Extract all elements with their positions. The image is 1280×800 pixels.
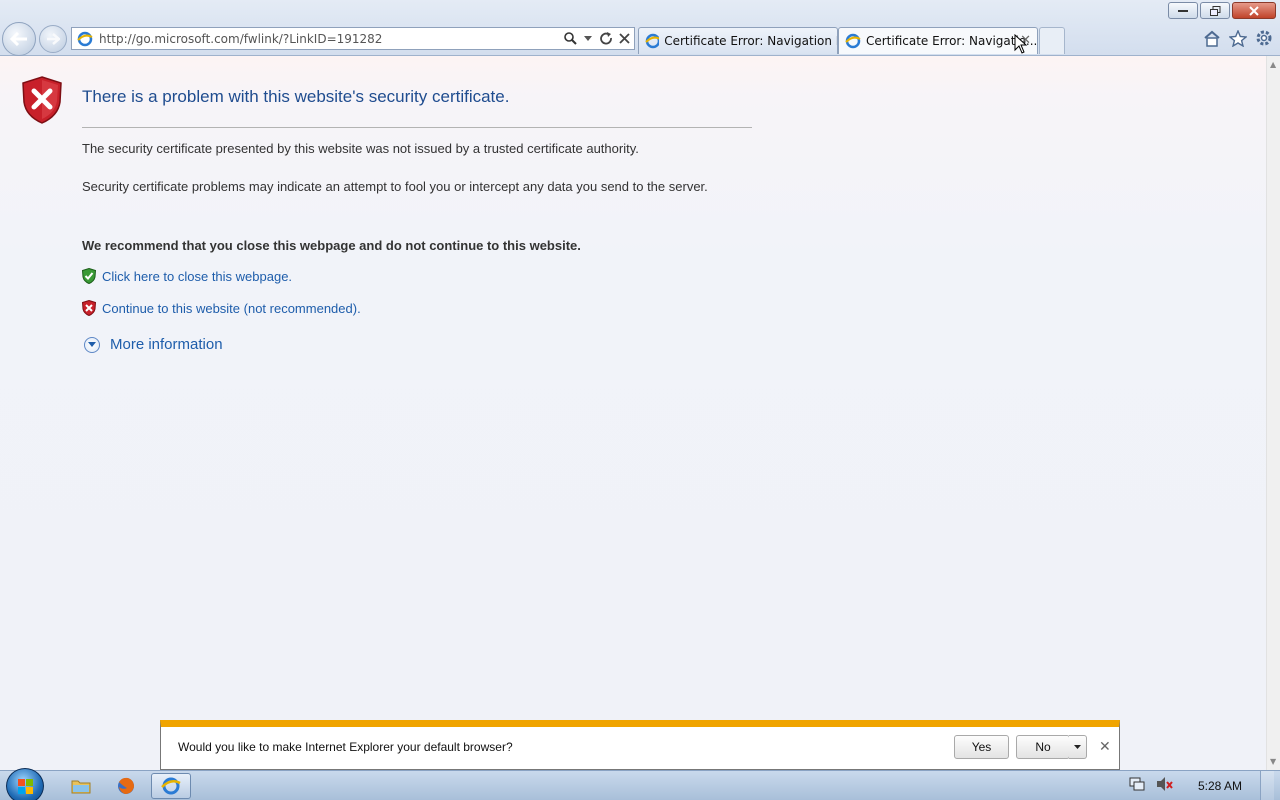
shield-error-small-icon [82,300,96,316]
close-webpage-link[interactable]: Click here to close this webpage. [102,269,292,284]
search-icon[interactable] [562,31,578,47]
shield-check-icon [82,268,96,284]
taskbar: 5:28 AM [0,768,1280,800]
no-dropdown-button[interactable] [1069,735,1087,759]
folder-icon [71,780,91,794]
more-information-link[interactable]: More information [110,336,223,353]
scroll-up-icon[interactable]: ▲ [1270,60,1276,69]
home-icon[interactable] [1202,28,1222,48]
windows-logo-icon [18,779,33,794]
yes-button[interactable]: Yes [954,735,1009,759]
gear-icon[interactable] [1254,28,1274,48]
default-browser-notification: Would you like to make Internet Explorer… [160,720,1120,770]
expand-chevron-icon[interactable] [84,336,100,353]
command-icons [1202,28,1274,48]
scroll-down-icon[interactable]: ▼ [1270,757,1276,766]
back-arrow-icon [10,32,27,46]
taskbar-internet-explorer[interactable] [151,773,191,799]
taskbar-firefox[interactable] [106,773,146,799]
notification-close-icon[interactable]: ✕ [1099,739,1111,755]
page-title: There is a problem with this website's s… [82,87,510,106]
more-information-toggle[interactable]: More information [84,336,223,353]
ie-page-icon [77,31,93,46]
notification-message: Would you like to make Internet Explorer… [178,740,513,754]
address-url[interactable]: http://go.microsoft.com/fwlink/?LinkID=1… [99,32,562,46]
volume-muted-icon[interactable] [1156,776,1174,796]
chevron-down-icon [1074,745,1081,749]
forward-arrow-icon [47,33,60,45]
ie-icon [161,777,181,795]
continue-website-row[interactable]: Continue to this website (not recommende… [82,300,361,316]
recommendation-text: We recommend that you close this webpage… [82,238,581,253]
stop-icon[interactable] [616,31,632,47]
shield-error-icon [22,76,62,124]
show-desktop-button[interactable] [1260,771,1274,800]
tab-certificate-error-1[interactable]: Certificate Error: Navigation Bl... [638,27,838,54]
title-divider [82,127,752,128]
minimize-button[interactable] [1168,2,1198,19]
forward-button[interactable] [39,25,67,53]
back-button[interactable] [2,22,36,56]
chevron-down-icon[interactable] [580,31,596,47]
minimize-icon [1178,9,1188,12]
ie-tab-icon [845,33,861,49]
window-close-button[interactable] [1232,2,1276,19]
continue-website-link[interactable]: Continue to this website (not recommende… [102,301,361,316]
ie-tab-icon [645,33,660,49]
network-icon[interactable] [1128,776,1146,796]
tab-certificate-error-2[interactable]: Certificate Error: Navigatio... ✕ [838,27,1038,54]
vertical-scrollbar[interactable]: ▲ ▼ [1266,56,1280,770]
star-icon[interactable] [1228,28,1248,48]
system-tray: 5:28 AM [1128,771,1280,800]
firefox-icon [118,777,134,794]
mouse-cursor-icon [1014,34,1028,54]
tab-label: Certificate Error: Navigatio... [865,34,1037,48]
certificate-explanation: The security certificate presented by th… [82,141,639,156]
window-controls [1168,2,1276,19]
page-content [0,56,1266,770]
certificate-warning: Security certificate problems may indica… [82,179,708,194]
clock[interactable]: 5:28 AM [1198,779,1242,793]
close-webpage-row[interactable]: Click here to close this webpage. [82,268,292,284]
close-icon [1249,5,1259,16]
refresh-icon[interactable] [598,31,614,47]
start-button[interactable] [6,768,44,800]
restore-icon [1209,5,1220,16]
restore-button[interactable] [1200,2,1230,19]
tab-label: Certificate Error: Navigation Bl... [664,34,837,48]
no-button[interactable]: No [1016,735,1070,759]
new-tab-button[interactable] [1039,27,1065,54]
address-bar[interactable]: http://go.microsoft.com/fwlink/?LinkID=1… [71,27,635,50]
browser-chrome: http://go.microsoft.com/fwlink/?LinkID=1… [0,0,1280,56]
taskbar-explorer[interactable] [61,773,101,799]
